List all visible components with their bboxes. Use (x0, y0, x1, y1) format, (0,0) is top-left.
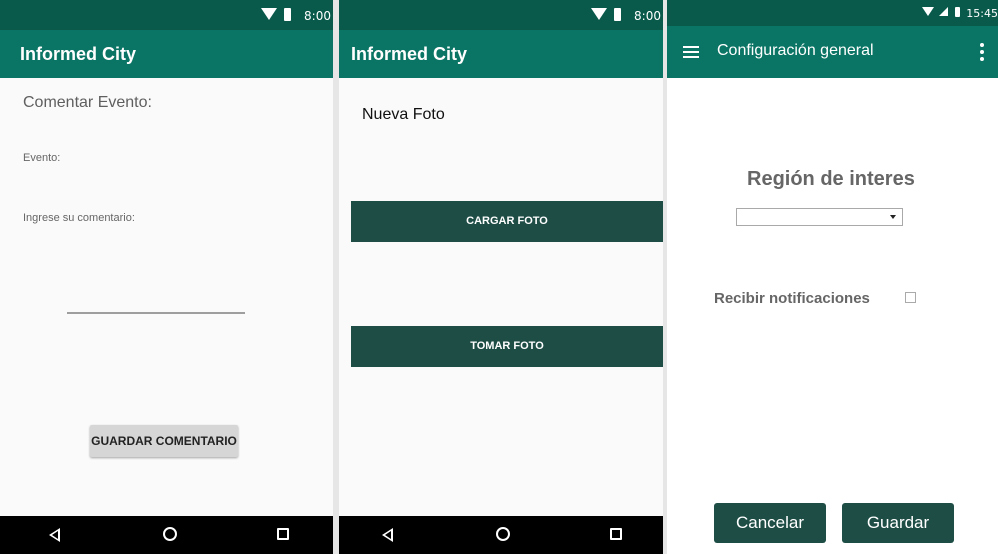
wifi-icon (591, 8, 607, 20)
wifi-icon (261, 8, 277, 20)
status-bar: 15:45 (667, 0, 998, 26)
navigation-bar (0, 516, 333, 554)
region-select[interactable] (736, 208, 903, 226)
page-title: Comentar Evento: (23, 94, 152, 111)
nav-recents-icon[interactable] (277, 528, 289, 540)
screen-comment-event: 8:00 Informed City Comentar Evento: Even… (0, 0, 333, 554)
save-comment-button[interactable]: GUARDAR COMENTARIO (90, 425, 238, 457)
screen-general-settings: 15:45 Configuración general Región de in… (667, 0, 998, 554)
comment-input[interactable] (67, 312, 245, 314)
notifications-checkbox[interactable] (905, 292, 916, 303)
nav-back-icon[interactable] (49, 528, 60, 542)
status-time: 8:00 (304, 9, 331, 23)
signal-icon (939, 7, 948, 16)
comment-label: Ingrese su comentario: (23, 212, 135, 224)
app-title: Informed City (20, 44, 137, 64)
chevron-down-icon (890, 215, 896, 219)
upload-photo-button[interactable]: CARGAR FOTO (351, 201, 663, 242)
status-bar: 8:00 (0, 0, 333, 30)
cancel-button[interactable]: Cancelar (714, 503, 826, 543)
battery-icon (955, 7, 960, 17)
app-bar: Configuración general (667, 26, 998, 78)
app-title: Informed City (351, 44, 468, 64)
nav-back-icon[interactable] (382, 528, 393, 542)
app-bar: Informed City (339, 30, 663, 78)
app-title: Configuración general (717, 42, 874, 59)
nav-home-icon[interactable] (163, 527, 177, 541)
page-title: Nueva Foto (362, 106, 445, 123)
nav-home-icon[interactable] (496, 527, 510, 541)
screen-new-photo: 8:00 Informed City Nueva Foto CARGAR FOT… (339, 0, 663, 554)
battery-icon (614, 8, 621, 21)
status-bar: 8:00 (339, 0, 663, 30)
menu-icon[interactable] (683, 46, 699, 58)
take-photo-button[interactable]: TOMAR FOTO (351, 326, 663, 367)
nav-recents-icon[interactable] (610, 528, 622, 540)
navigation-bar (339, 516, 663, 554)
save-button[interactable]: Guardar (842, 503, 954, 543)
status-time: 8:00 (634, 9, 661, 23)
battery-icon (284, 8, 291, 21)
region-label: Región de interes (747, 168, 915, 190)
more-vert-icon[interactable] (980, 43, 984, 61)
status-time: 15:45 (966, 7, 998, 20)
notifications-label: Recibir notificaciones (714, 290, 870, 307)
event-label: Evento: (23, 152, 61, 164)
app-bar: Informed City (0, 30, 333, 78)
wifi-icon (922, 7, 934, 16)
